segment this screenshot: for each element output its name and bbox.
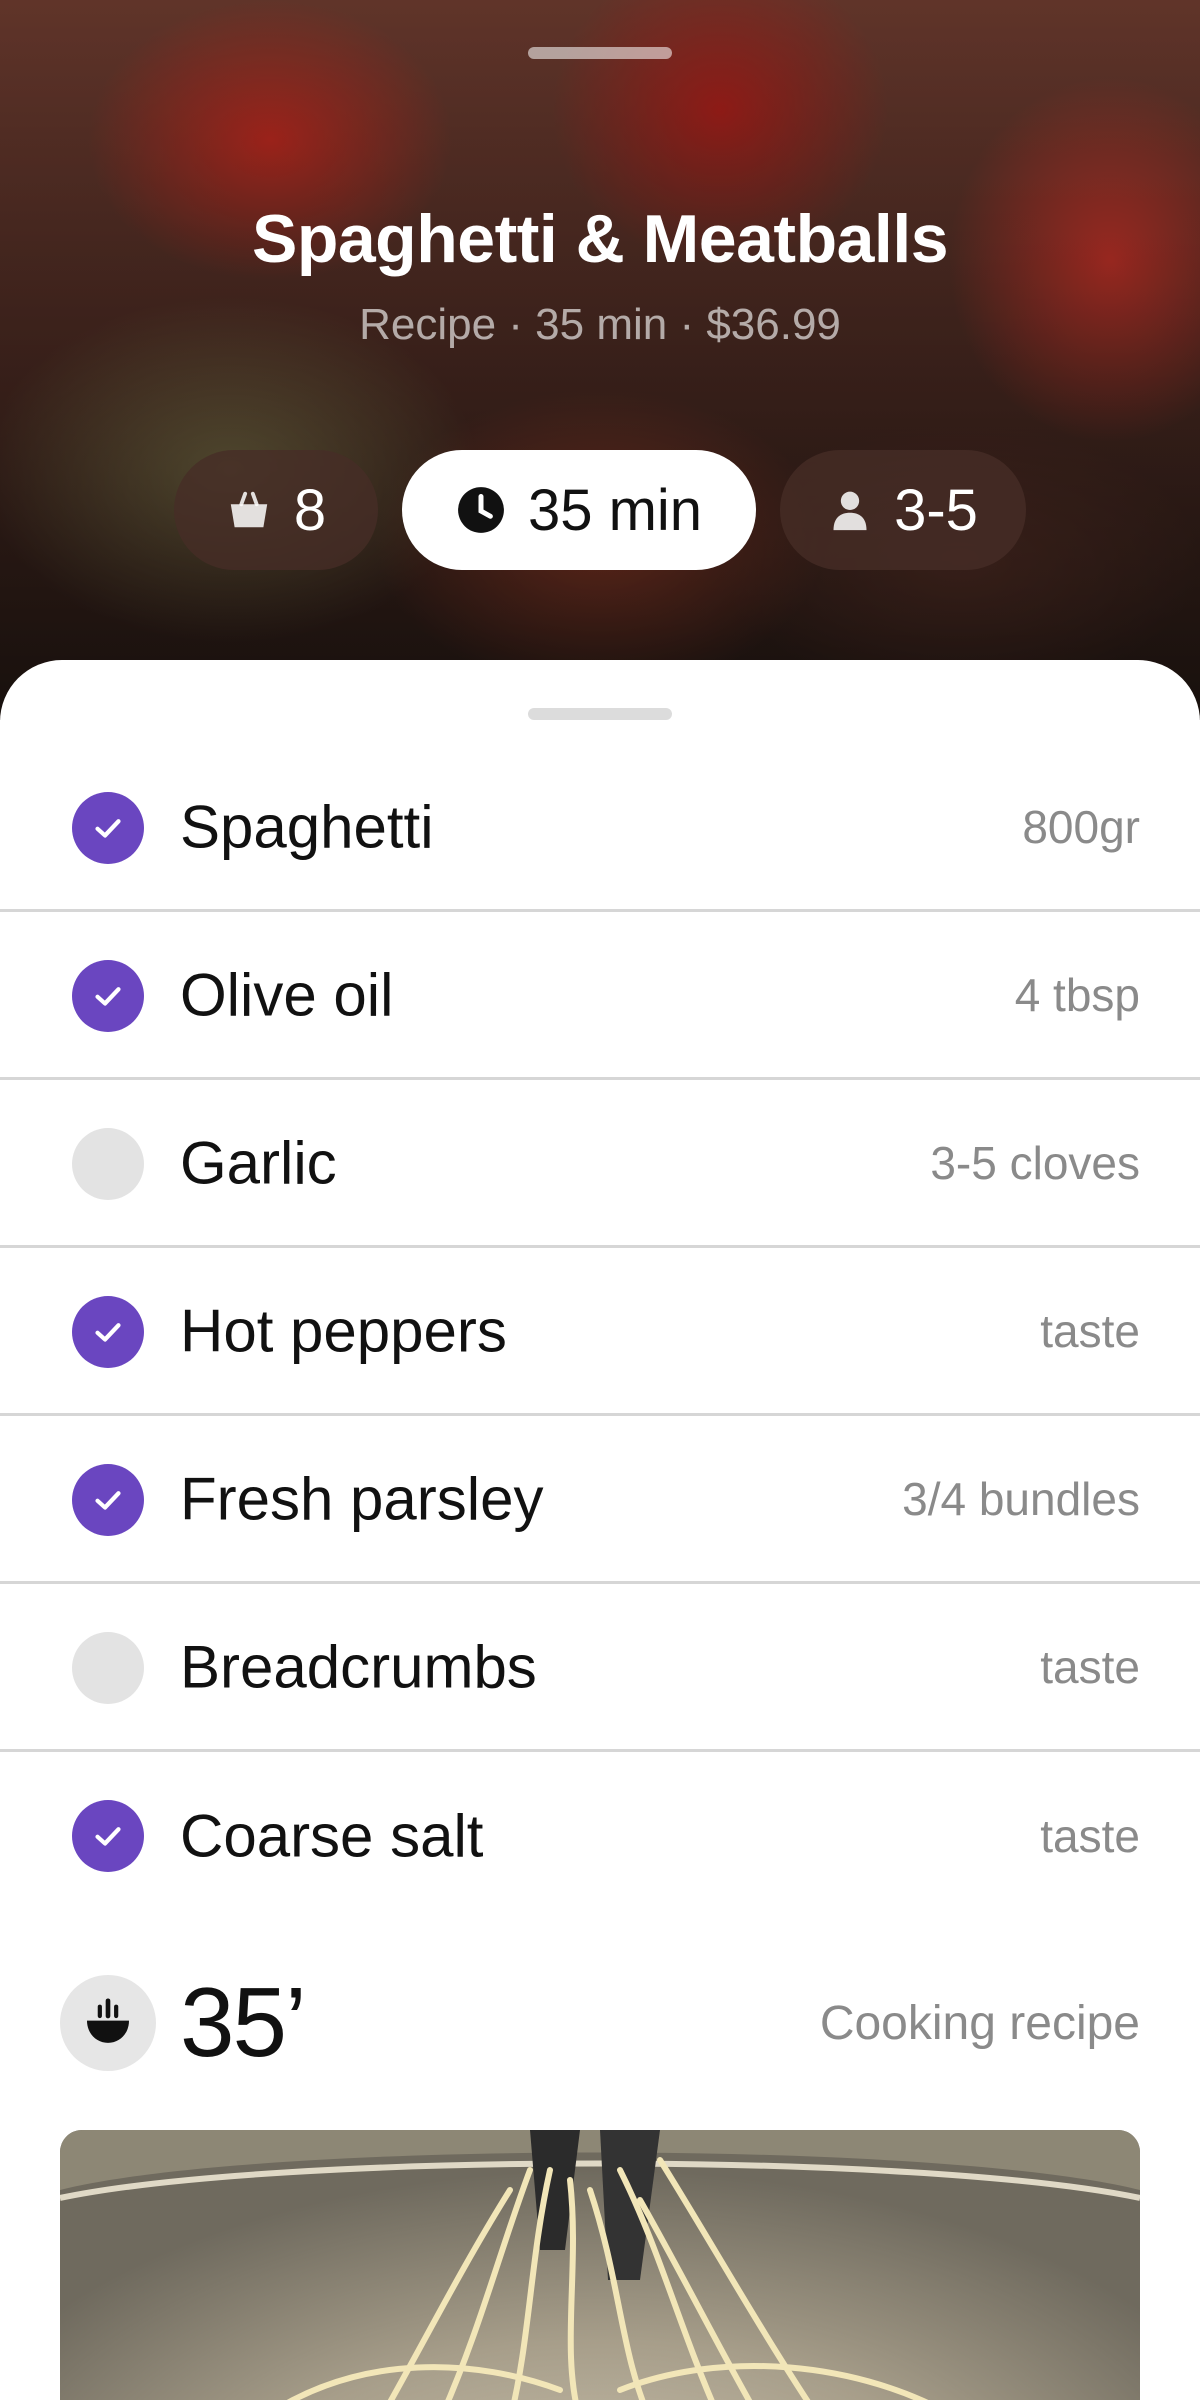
chip-label: 3-5: [894, 477, 978, 543]
checkbox-unchecked[interactable]: [72, 1632, 144, 1704]
checkbox-unchecked[interactable]: [72, 1128, 144, 1200]
recipe-title: Spaghetti & Meatballs: [251, 201, 949, 277]
cooking-recipe-label[interactable]: Cooking recipe: [820, 1996, 1140, 2051]
sheet-grabber[interactable]: [528, 708, 672, 720]
hero-overlay: [0, 0, 1200, 720]
ingredient-name: Coarse salt: [180, 1802, 484, 1870]
hero-image: Spaghetti & Meatballs Recipe · 35 min · …: [0, 0, 1200, 720]
person-icon: [833, 491, 867, 531]
cooking-time: 35’: [180, 1967, 307, 2077]
chip-time[interactable]: 35 min: [402, 450, 756, 570]
checkbox-checked[interactable]: [72, 1296, 144, 1368]
ingredient-quantity: 3-5 cloves: [930, 1136, 1140, 1189]
cooking-icon-badge: [60, 1975, 156, 2071]
ingredient-name: Hot peppers: [180, 1297, 507, 1364]
basket-icon: [230, 491, 268, 528]
top-grabber[interactable]: [528, 47, 672, 59]
chip-label: 8: [293, 477, 327, 543]
checkmark-icon: [95, 819, 121, 838]
chip-servings[interactable]: 3-5: [780, 450, 1026, 570]
ingredient-name: Breadcrumbs: [180, 1633, 537, 1700]
spaghetti-photo: [60, 2130, 1140, 2400]
checkmark-icon: [95, 987, 121, 1006]
ingredient-quantity: 800gr: [1022, 800, 1140, 853]
checkmark-icon: [95, 1827, 121, 1846]
cooking-photo: [60, 2130, 1140, 2400]
chip-label: 35 min: [527, 477, 703, 543]
checkbox-checked[interactable]: [72, 960, 144, 1032]
checkmark-icon: [95, 1491, 121, 1510]
chip-ingredients-count[interactable]: 8: [174, 450, 378, 570]
checkbox-checked[interactable]: [72, 792, 144, 864]
ingredient-row-garlic[interactable]: Garlic 3-5 cloves: [0, 1080, 1200, 1248]
ingredient-row-spaghetti[interactable]: Spaghetti 800gr: [0, 744, 1200, 912]
ingredient-row-coarse-salt[interactable]: Coarse salt taste: [0, 1752, 1200, 1920]
ingredient-quantity: 3/4 bundles: [902, 1472, 1140, 1525]
ingredient-row-hot-peppers[interactable]: Hot peppers taste: [0, 1248, 1200, 1416]
checkbox-checked[interactable]: [72, 1800, 144, 1872]
clock-icon: [458, 487, 504, 533]
ingredient-quantity: taste: [1040, 1640, 1140, 1693]
checkbox-checked[interactable]: [72, 1464, 144, 1536]
ingredient-name: Fresh parsley: [180, 1465, 544, 1532]
ingredient-quantity: taste: [1040, 1810, 1140, 1862]
recipe-meta: Recipe · 35 min · $36.99: [359, 300, 841, 349]
ingredient-name: Olive oil: [180, 961, 394, 1028]
ingredient-row-fresh-parsley[interactable]: Fresh parsley 3/4 bundles: [0, 1416, 1200, 1584]
pot-icon: [87, 1998, 129, 2043]
ingredient-row-breadcrumbs[interactable]: Breadcrumbs taste: [0, 1584, 1200, 1752]
checkmark-icon: [95, 1323, 121, 1342]
ingredient-name: Garlic: [180, 1129, 337, 1196]
ingredient-name: Spaghetti: [180, 793, 434, 860]
ingredient-quantity: taste: [1040, 1304, 1140, 1357]
ingredient-quantity: 4 tbsp: [1014, 968, 1140, 1021]
ingredient-row-olive-oil[interactable]: Olive oil 4 tbsp: [0, 912, 1200, 1080]
